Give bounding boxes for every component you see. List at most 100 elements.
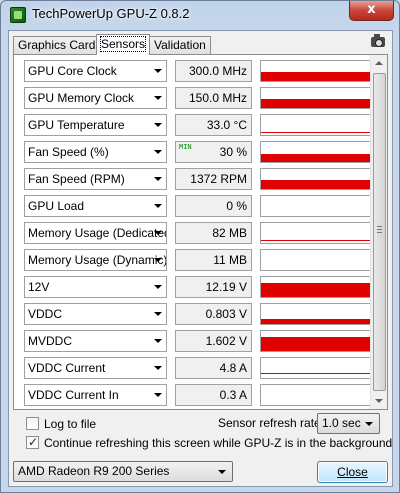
sensor-value-text: 12.19 V: [205, 280, 247, 294]
chevron-down-icon: [154, 339, 162, 343]
sensor-value-text: 0.3 A: [219, 388, 247, 402]
sensor-name-dropdown[interactable]: MVDDC: [24, 330, 167, 352]
graph-bar: [261, 154, 383, 162]
sensor-graph: [260, 87, 384, 109]
sensor-value-text: 0 %: [226, 199, 247, 213]
log-to-file-label[interactable]: Log to file: [44, 417, 96, 431]
sensor-graph: [260, 303, 384, 325]
sensor-name-dropdown[interactable]: GPU Core Clock: [24, 60, 167, 82]
sensor-graph: [260, 357, 384, 379]
sensor-graph: [260, 141, 384, 163]
window-close-button[interactable]: x: [349, 1, 394, 21]
sensor-value: 1.602 V: [175, 330, 252, 352]
refresh-rate-label: Sensor refresh rate:: [218, 416, 325, 430]
sensor-graph: [260, 114, 384, 136]
sensor-name-dropdown[interactable]: GPU Memory Clock: [24, 87, 167, 109]
sensor-name-label: GPU Memory Clock: [28, 91, 135, 105]
sensor-row: 12V 12.19 V: [24, 276, 384, 298]
sensor-name-label: VDDC Current In: [28, 388, 119, 402]
sensor-value: 0.3 A: [175, 384, 252, 406]
vertical-scrollbar[interactable]: [370, 55, 387, 409]
sensor-name-label: Fan Speed (%): [28, 145, 109, 159]
sensor-value-text: 30 %: [219, 145, 247, 159]
sensor-value-text: 33.0 °C: [206, 118, 247, 132]
sensor-name-label: Memory Usage (Dedicated): [28, 226, 167, 240]
camera-icon[interactable]: [371, 34, 385, 47]
close-button[interactable]: Close: [317, 461, 388, 483]
graph-bar: [261, 180, 383, 189]
continue-refresh-checkbox[interactable]: [26, 435, 39, 449]
tab-graphics-card[interactable]: Graphics Card: [13, 36, 101, 54]
sensor-name-label: MVDDC: [28, 334, 72, 348]
client-area: Graphics Card Sensors Validation GPU Cor…: [8, 30, 393, 487]
window-title: TechPowerUp GPU-Z 0.8.2: [32, 6, 190, 21]
tab-sensors[interactable]: Sensors: [96, 34, 151, 55]
sensor-value-text: 4.8 A: [219, 361, 247, 375]
sensor-value: 150.0 MHz: [175, 87, 252, 109]
chevron-down-icon: [154, 204, 162, 208]
refresh-rate-select[interactable]: 1.0 sec: [317, 413, 380, 434]
scrollbar-thumb[interactable]: [373, 73, 386, 391]
gpuz-app-icon[interactable]: [10, 7, 26, 23]
sensor-value: 1372 RPM: [175, 168, 252, 190]
sensor-row: GPU Core Clock 300.0 MHz: [24, 60, 384, 82]
sensor-name-label: GPU Temperature: [28, 118, 125, 132]
sensor-row: VDDC Current In 0.3 A: [24, 384, 384, 406]
chevron-down-icon: [218, 470, 226, 474]
sensor-value: 33.0 °C: [175, 114, 252, 136]
sensor-value: 4.8 A: [175, 357, 252, 379]
sensor-name-dropdown[interactable]: VDDC: [24, 303, 167, 325]
grip-icon: [377, 226, 382, 233]
sensor-name-dropdown[interactable]: Memory Usage (Dynamic): [24, 249, 167, 271]
sensor-graph: [260, 60, 384, 82]
sensor-row: MVDDC 1.602 V: [24, 330, 384, 352]
chevron-down-icon: [154, 258, 162, 262]
gpuz-window: TechPowerUp GPU-Z 0.8.2 x Graphics Card …: [0, 0, 400, 493]
sensor-value: 0.803 V: [175, 303, 252, 325]
sensor-value: MIN 30 %: [175, 141, 252, 163]
sensor-name-label: 12V: [28, 280, 50, 294]
chevron-down-icon: [365, 422, 373, 426]
chevron-down-icon: [154, 312, 162, 316]
sensor-name-label: Fan Speed (RPM): [28, 172, 125, 186]
sensor-value-text: 1372 RPM: [190, 172, 247, 186]
sensor-row: Memory Usage (Dynamic) 11 MB: [24, 249, 384, 271]
chevron-down-icon: [154, 366, 162, 370]
sensor-row: GPU Load 0 %: [24, 195, 384, 217]
sensor-name-dropdown[interactable]: GPU Temperature: [24, 114, 167, 136]
sensors-panel: GPU Core Clock 300.0 MHz GPU Memory Clock 1…: [13, 54, 388, 410]
sensor-name-dropdown[interactable]: Memory Usage (Dedicated): [24, 222, 167, 244]
sensor-graph: [260, 384, 384, 406]
sensor-name-dropdown[interactable]: Fan Speed (RPM): [24, 168, 167, 190]
sensor-name-dropdown[interactable]: 12V: [24, 276, 167, 298]
sensor-name-dropdown[interactable]: GPU Load: [24, 195, 167, 217]
sensor-name-dropdown[interactable]: VDDC Current: [24, 357, 167, 379]
sensor-row: Fan Speed (RPM) 1372 RPM: [24, 168, 384, 190]
sensor-name-label: Memory Usage (Dynamic): [28, 253, 167, 267]
sensor-graph: [260, 195, 384, 217]
chevron-down-icon: [154, 69, 162, 73]
graph-line: [261, 240, 376, 241]
sensor-graph: [260, 249, 384, 271]
graph-bar: [261, 283, 383, 297]
gpu-select[interactable]: AMD Radeon R9 200 Series: [13, 461, 233, 482]
log-to-file-checkbox[interactable]: [26, 417, 39, 430]
sensor-row: Fan Speed (%) MIN 30 %: [24, 141, 384, 163]
sensor-name-dropdown[interactable]: Fan Speed (%): [24, 141, 167, 163]
sensor-graph: [260, 276, 384, 298]
scroll-up-arrow-icon[interactable]: [371, 55, 387, 72]
tab-validation[interactable]: Validation: [149, 36, 211, 54]
chevron-down-icon: [154, 150, 162, 154]
min-indicator: MIN: [179, 143, 192, 151]
sensor-name-label: VDDC Current: [28, 361, 106, 375]
scroll-down-arrow-icon[interactable]: [371, 392, 387, 409]
continue-refresh-label[interactable]: Continue refreshing this screen while GP…: [44, 436, 392, 450]
graph-bar: [261, 319, 383, 324]
sensor-value-text: 150.0 MHz: [188, 91, 247, 105]
sensor-row: Memory Usage (Dedicated) 82 MB: [24, 222, 384, 244]
chevron-down-icon: [154, 123, 162, 127]
sensor-row: GPU Memory Clock 150.0 MHz: [24, 87, 384, 109]
title-bar[interactable]: TechPowerUp GPU-Z 0.8.2 x: [1, 1, 399, 29]
sensor-graph: [260, 168, 384, 190]
sensor-name-dropdown[interactable]: VDDC Current In: [24, 384, 167, 406]
